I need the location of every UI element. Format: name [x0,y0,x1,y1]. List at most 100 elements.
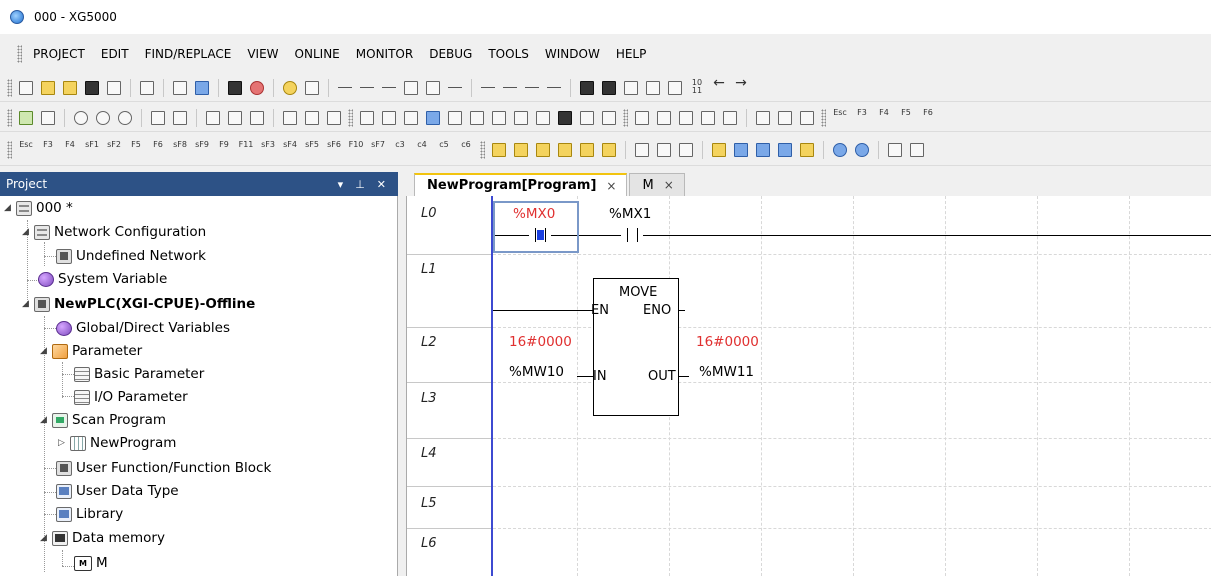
toolbar-grip[interactable] [348,108,353,127]
contact-mx1[interactable] [621,228,643,242]
disconnect-icon[interactable] [192,78,212,98]
replace-all-icon[interactable] [643,78,663,98]
search-clear-icon[interactable] [907,140,927,160]
goto-line-icon[interactable]: 10 11 [687,78,707,98]
tree-node-undefined-network[interactable]: Undefined Network [56,245,206,267]
variable-window-icon[interactable] [632,140,652,160]
menu-debug[interactable]: DEBUG [421,43,480,65]
device-monitor-icon[interactable] [357,108,377,128]
menu-monitor[interactable]: MONITOR [348,43,421,65]
find-icon[interactable] [577,78,597,98]
tree-node-scan-program[interactable]: ◢ Scan Program [40,409,166,431]
collapse-icon[interactable]: ◢ [4,203,14,213]
tree-node-network-configuration[interactable]: ◢ Network Configuration [22,221,206,243]
inverse-coil-icon[interactable]: F11 [236,140,256,160]
tree-node-plc[interactable]: ◢ NewPLC(XGI-CPUE)-Offline [22,293,255,315]
toolbar-grip[interactable] [821,108,826,127]
collapse-icon[interactable]: ◢ [22,227,32,237]
jump-icon[interactable]: c3 [390,140,410,160]
vertical-line-icon[interactable]: F6 [148,140,168,160]
connect-line-icon[interactable]: sF8 [170,140,190,160]
stop-mode-icon[interactable] [93,108,113,128]
compile-icon[interactable] [203,108,223,128]
find-device-icon[interactable] [665,78,685,98]
power-history-icon[interactable] [599,108,619,128]
menu-view[interactable]: VIEW [239,43,286,65]
menu-window[interactable]: WINDOW [537,43,608,65]
debug-options-icon[interactable] [775,108,795,128]
check-icon[interactable] [247,108,267,128]
expand-icon[interactable]: ▷ [58,438,68,448]
menu-online[interactable]: ONLINE [287,43,348,65]
view-f-icon[interactable] [599,140,619,160]
negative-coil-icon[interactable]: sF6 [324,140,344,160]
reset-coil-icon[interactable]: sF4 [280,140,300,160]
force-io-icon[interactable] [445,108,465,128]
io-skip-icon[interactable] [467,108,487,128]
tree-node-basic-parameter[interactable]: Basic Parameter [74,363,204,385]
fault-mask-icon[interactable] [489,108,509,128]
system-monitor-icon[interactable] [379,108,399,128]
function-block-icon[interactable]: sF7 [368,140,388,160]
copy-icon[interactable] [401,78,421,98]
program-db-icon[interactable] [775,140,795,160]
menu-project[interactable]: PROJECT [25,43,93,65]
tree-node-newprogram[interactable]: ▷ NewProgram [58,432,176,454]
delete-cell-icon[interactable] [544,78,564,98]
io-monitor-icon[interactable] [401,108,421,128]
close-tab-icon[interactable]: × [664,178,674,192]
cut-icon[interactable] [379,78,399,98]
tree-node-user-function[interactable]: User Function/Function Block [56,457,271,479]
comment-icon[interactable] [280,78,300,98]
view-mixed-icon[interactable] [577,140,597,160]
return-icon[interactable]: c4 [412,140,432,160]
new-icon[interactable] [16,78,36,98]
pin-icon[interactable]: ⊥ [355,178,365,191]
search-variable-icon[interactable] [302,78,322,98]
normal-closed-contact-key-icon[interactable]: F4 [874,108,894,128]
toolbar-grip[interactable] [623,108,628,127]
program-d-icon[interactable] [731,140,751,160]
tab-newprogram[interactable]: NewProgram[Program] × [414,173,628,196]
splitter[interactable] [398,172,406,576]
label-key-icon[interactable]: c6 [456,140,476,160]
replace-icon[interactable] [621,78,641,98]
collapse-icon[interactable]: ◢ [22,299,32,309]
mode-history-icon[interactable] [577,108,597,128]
tree-node-io-parameter[interactable]: I/O Parameter [74,386,188,408]
debug-watch-icon[interactable] [797,108,817,128]
zoom-in-icon[interactable] [830,140,850,160]
monitor-pause-icon[interactable] [302,108,322,128]
tree-node-data-memory[interactable]: ◢ Data memory [40,527,165,549]
io-window-icon[interactable] [676,140,696,160]
menu-edit[interactable]: EDIT [93,43,137,65]
monitor-start-icon[interactable] [280,108,300,128]
in-variable[interactable]: %MW10 [509,364,564,380]
delete-line-icon[interactable] [500,78,520,98]
nc-contact-key-icon[interactable]: F4 [60,140,80,160]
collapse-icon[interactable]: ◢ [40,533,50,543]
debug-step-icon[interactable] [654,108,674,128]
close-tab-icon[interactable]: × [606,179,616,193]
menu-grip[interactable] [17,45,22,63]
view-ladder-icon[interactable] [489,140,509,160]
view-device-icon[interactable] [533,140,553,160]
paste-icon[interactable] [423,78,443,98]
negative-contact-key-icon[interactable]: sF2 [104,140,124,160]
comment-key-icon[interactable]: c5 [434,140,454,160]
view-variable-icon[interactable] [511,140,531,160]
special-module-icon[interactable] [423,108,443,128]
tree-node-project[interactable]: ◢ 000 * [4,197,73,219]
find-next-icon[interactable] [599,78,619,98]
zoom-out-icon[interactable] [852,140,872,160]
save-icon[interactable] [82,78,102,98]
back-arrow-icon[interactable]: ← [709,76,729,98]
tree-node-user-data-type[interactable]: User Data Type [56,480,179,502]
online-connect-icon[interactable] [16,108,36,128]
horizontal-line-key-icon[interactable]: F5 [896,108,916,128]
module-changer-icon[interactable] [511,108,531,128]
forward-arrow-icon[interactable]: → [731,76,751,98]
connect-icon[interactable] [170,78,190,98]
open-icon[interactable] [38,78,58,98]
menu-tools[interactable]: TOOLS [480,43,537,65]
